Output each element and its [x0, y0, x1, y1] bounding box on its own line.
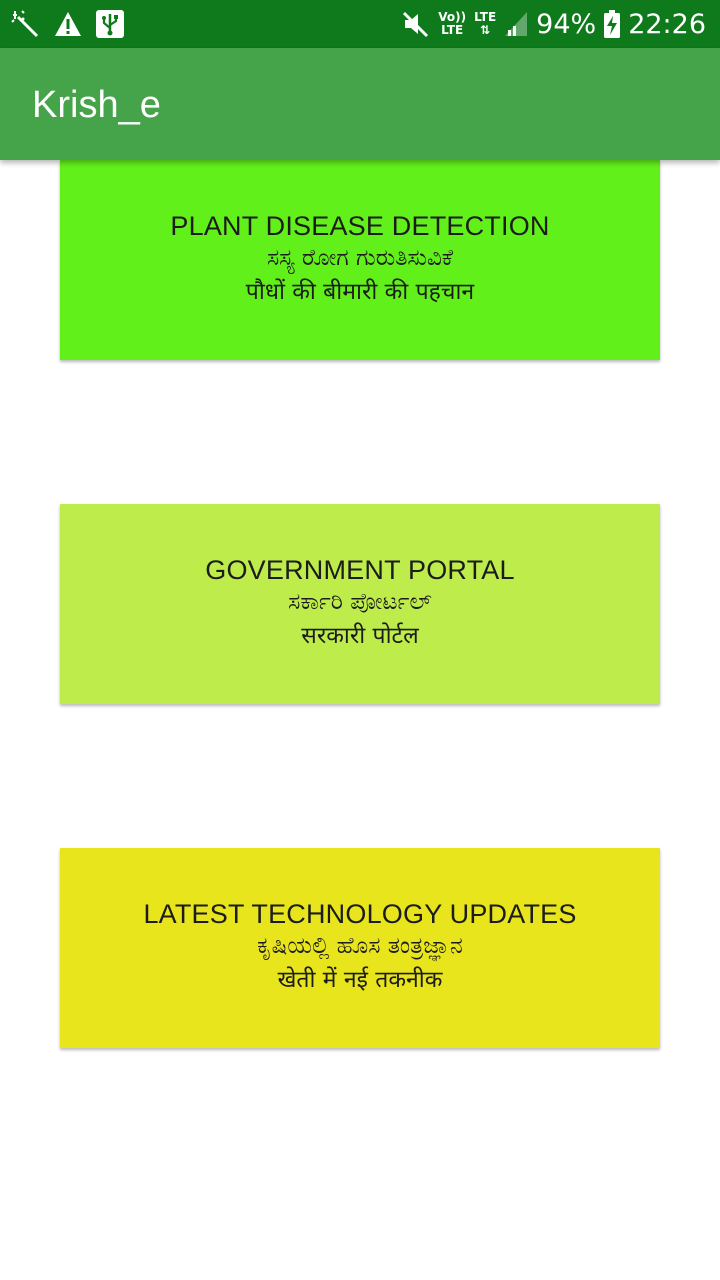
clock: 22:26	[628, 8, 706, 40]
signal-icon	[504, 11, 528, 37]
card-title-hindi: पौधों की बीमारी की पहचान	[245, 279, 475, 305]
status-right-icons: Vo)) LTE LTE ⇅ 94% 22:26	[402, 6, 706, 42]
card-title-kannada: ಸಸ್ಯ ರೋಗ ಗುರುತಿಸುವಿಕೆ	[266, 245, 454, 271]
card-title-english: GOVERNMENT PORTAL	[205, 555, 515, 585]
card-title-english: PLANT DISEASE DETECTION	[170, 211, 550, 241]
latest-technology-updates-button[interactable]: LATEST TECHNOLOGY UPDATES ಕೃಷಿಯಲ್ಲಿ ಹೊಸ …	[60, 848, 660, 1048]
plant-disease-detection-button[interactable]: PLANT DISEASE DETECTION ಸಸ್ಯ ರೋಗ ಗುರುತಿಸ…	[60, 160, 660, 360]
lte-data-icon: LTE ⇅	[474, 11, 496, 37]
status-bar: Vo)) LTE LTE ⇅ 94% 22:26	[0, 0, 720, 48]
card-title-hindi: खेती में नई तकनीक	[277, 967, 443, 993]
card-title-kannada: ಸರ್ಕಾರಿ ಪೋರ್ಟಲ್	[288, 589, 432, 615]
mute-icon	[402, 10, 430, 38]
status-left-icons	[10, 8, 124, 40]
government-portal-button[interactable]: GOVERNMENT PORTAL ಸರ್ಕಾರಿ ಪೋರ್ಟಲ್ सरकारी…	[60, 504, 660, 704]
warning-icon	[54, 11, 82, 37]
battery-charging-icon	[604, 10, 621, 38]
data-arrows-icon: ⇅	[480, 23, 491, 37]
card-title-kannada: ಕೃಷಿಯಲ್ಲಿ ಹೊಸ ತಂತ್ರಜ್ಞಾನ	[257, 933, 463, 959]
usb-icon	[96, 10, 124, 38]
battery-percent: 94%	[536, 8, 597, 40]
volte-icon: Vo)) LTE	[438, 11, 466, 37]
card-title-hindi: सरकारी पोर्टल	[301, 623, 419, 649]
app-title: Krish_e	[32, 84, 161, 126]
magic-wand-icon	[10, 9, 40, 39]
volte-bottom-label: LTE	[441, 23, 464, 37]
card-title-english: LATEST TECHNOLOGY UPDATES	[143, 899, 577, 929]
app-bar: Krish_e	[0, 48, 720, 160]
